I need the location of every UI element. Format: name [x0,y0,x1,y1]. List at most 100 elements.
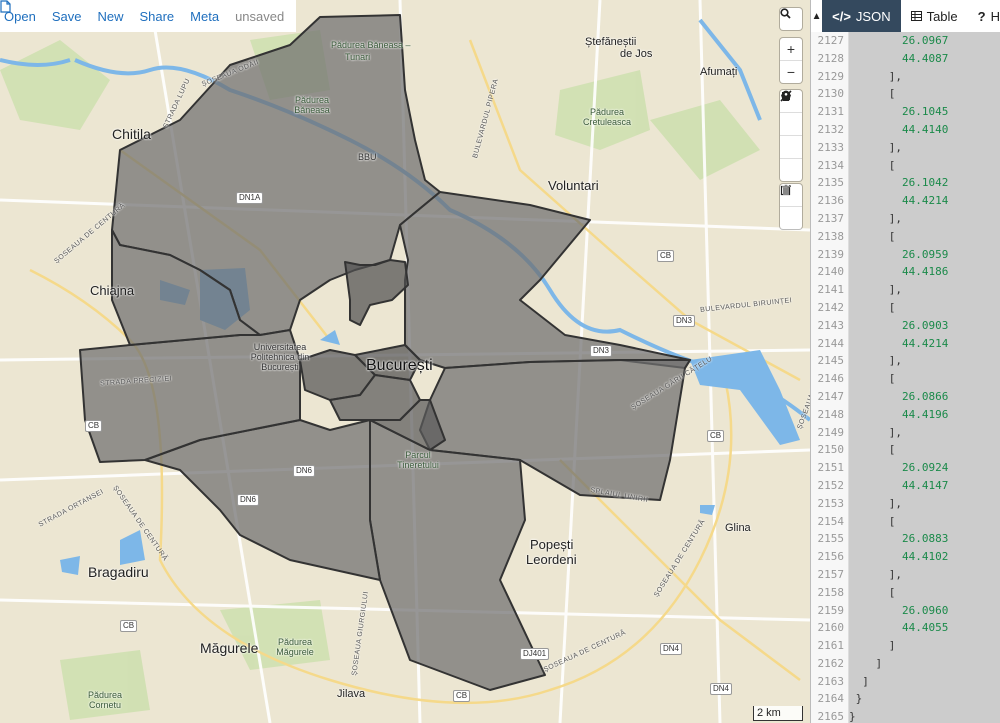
collapse-caret-icon[interactable]: ▲ [811,0,822,32]
code-area[interactable]: 26.0967 44.4087 ], [ 26.1045 44.4140 ], … [849,32,1000,723]
line-number: 2165 [817,710,845,723]
draw-marker-button[interactable] [780,90,802,181]
line-number: 2154 [817,514,845,528]
scale-bar: 2 km [753,706,803,721]
line-number: 2135 [817,176,845,190]
menu-share[interactable]: Share [139,9,174,24]
code-line: [ [849,585,896,599]
code-line: [ [849,514,896,528]
code-line: [ [849,158,896,172]
label-padurea-magurele: Pădurea Măgurele [276,637,314,657]
line-number: 2131 [817,105,845,119]
line-number: 2151 [817,461,845,475]
help-icon: ? [977,8,986,24]
code-line: 26.0883 [849,532,949,546]
code-line: 26.0959 [849,247,949,261]
label-magurele: Măgurele [200,640,259,656]
shield-dj401: DJ401 [520,648,550,660]
label-de-jos: de Jos [620,48,653,60]
code-line: ] [849,656,883,670]
shield-dn1a: DN1A [236,192,264,204]
shield-dn6: DN6 [237,494,260,506]
code-line: 26.0866 [849,389,949,403]
map-view[interactable]: Chitila Voluntari Chiajna București Brag… [0,0,810,723]
delete-layers-button[interactable] [780,184,802,229]
code-line: [ [849,300,896,314]
zoom-out-button[interactable]: − [780,60,802,83]
code-line: [ [849,229,896,243]
line-number: 2128 [817,51,845,65]
file-status[interactable]: unsaved [0,0,285,24]
line-number: 2147 [817,389,845,403]
code-line: ], [849,211,902,225]
line-number: 2156 [817,550,845,564]
code-line: } [849,710,856,723]
panel-tabs: ▲ </> JSON Table ? H [811,0,1000,33]
label-padurea-baneasa: Pădurea Băneasa [294,95,330,115]
shield-cb: CB [657,250,675,262]
code-line: ], [849,567,902,581]
search-control [780,8,802,30]
label-padurea-cornetu: Pădurea Cornetu [87,690,123,710]
code-line: [ [849,87,896,101]
shield-cb: CB [120,620,138,632]
json-editor[interactable]: 2127 2128 2129 2130 2131 2132 2133 2134 2135 2136… [811,32,1000,723]
code-line: 26.0967 [849,34,949,47]
search-button[interactable] [780,8,802,30]
label-padurea-cretuleasca: Pădurea Cretuleasca [582,107,632,127]
tab-help[interactable]: ? H [968,0,1000,32]
line-number: 2145 [817,354,845,368]
code-line: 44.4147 [849,478,949,492]
table-icon [910,11,922,21]
draw-rectangle-button[interactable] [780,92,802,158]
code-icon: </> [832,8,851,24]
tab-table[interactable]: Table [901,0,968,32]
tab-json[interactable]: </> JSON [822,0,901,32]
shield-cb: CB [453,690,471,702]
line-number: 2157 [817,567,845,581]
label-bucuresti: București [366,357,433,374]
label-popesti: Popești [530,537,574,552]
line-number: 2155 [817,532,845,546]
menu-new[interactable]: New [97,9,123,24]
label-tunari: Tunari [345,52,371,62]
side-panel: ▲ </> JSON Table ? H 2127 2128 2129 2130 213… [810,0,1000,723]
code-line: 26.1045 [849,105,949,119]
menu-meta[interactable]: Meta [190,9,219,24]
line-number: 2164 [817,692,845,706]
menu-save[interactable]: Save [52,9,82,24]
code-line: 26.0924 [849,461,949,475]
label-universitatea: Universitatea Politehnica din București [250,342,310,372]
line-number: 2158 [817,585,845,599]
code-line: [ [849,443,896,457]
shield-cb: CB [85,420,103,432]
file-status-label: unsaved [235,8,285,24]
label-chiajna: Chiajna [90,283,135,298]
code-line: ] [849,674,869,688]
line-number: 2160 [817,621,845,635]
shield-dn6: DN6 [293,465,316,477]
line-number: 2161 [817,639,845,653]
file-icon [0,0,11,13]
label-afumati: Afumați [700,66,738,78]
line-number: 2132 [817,122,845,136]
search-icon [780,8,791,19]
label-parcul-tineretului: Parcul Tineretului [397,450,439,470]
code-line: ], [849,283,902,297]
line-number: 2143 [817,318,845,332]
line-number: 2134 [817,158,845,172]
code-line: [ [849,372,896,386]
code-line: 44.4102 [849,550,949,564]
line-number: 2129 [817,69,845,83]
line-number: 2139 [817,247,845,261]
code-line: ], [849,496,902,510]
line-number: 2130 [817,87,845,101]
code-line: ], [849,69,902,83]
line-number: 2137 [817,211,845,225]
top-menu-bar: Open Save New Share Meta unsaved [0,0,296,32]
draw-polygon-button[interactable] [780,91,802,135]
code-line: 26.0960 [849,603,949,617]
zoom-in-button[interactable]: + [780,38,802,60]
line-number: 2162 [817,656,845,670]
code-line: ], [849,354,902,368]
